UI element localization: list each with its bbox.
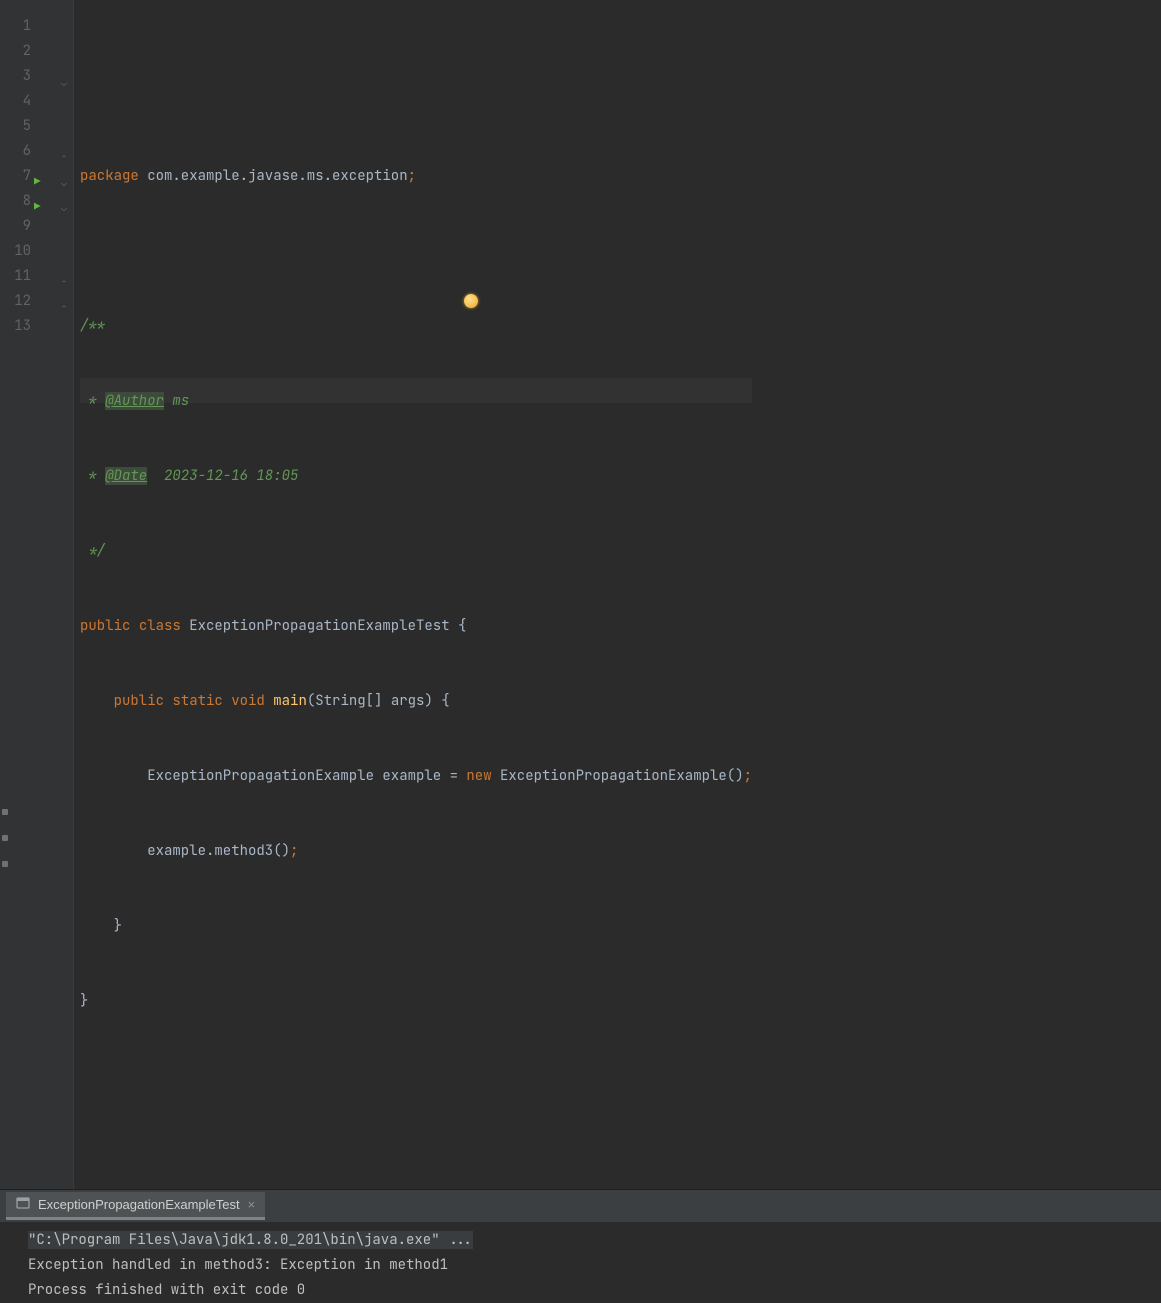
code-line-10: example.method3(); bbox=[80, 839, 752, 864]
line-number[interactable]: 13 bbox=[4, 314, 55, 339]
close-icon[interactable]: × bbox=[248, 1197, 256, 1212]
line-number[interactable]: 1 bbox=[4, 14, 55, 39]
code-line-6: */ bbox=[80, 539, 752, 564]
code-line-12: } bbox=[80, 989, 752, 1014]
code-line-2 bbox=[80, 239, 752, 264]
run-gutter-icon[interactable]: ▶ bbox=[34, 170, 41, 195]
run-console-output[interactable]: "C:\Program Files\Java\jdk1.8.0_201\bin\… bbox=[0, 1222, 1161, 1303]
left-tool-stripe[interactable] bbox=[0, 809, 10, 877]
tool-stripe-dot-icon[interactable] bbox=[2, 809, 8, 815]
code-line-11: } bbox=[80, 914, 752, 939]
run-tabbar: ExceptionPropagationExampleTest × bbox=[0, 1190, 1161, 1222]
line-number-gutter[interactable]: 123456▶7▶8910111213 bbox=[4, 0, 60, 1189]
fold-start-icon[interactable]: ⌄ bbox=[61, 195, 67, 220]
tool-stripe-dot-icon[interactable] bbox=[2, 861, 8, 867]
line-number[interactable]: 2 bbox=[4, 39, 55, 64]
fold-start-icon[interactable]: ⌄ bbox=[61, 70, 67, 95]
code-line-7: public class ExceptionPropagationExample… bbox=[80, 614, 752, 639]
run-config-icon bbox=[16, 1196, 30, 1213]
fold-end-icon[interactable]: ⌃ bbox=[61, 295, 67, 320]
code-line-4: * @Author ms bbox=[80, 389, 752, 414]
line-number[interactable]: 5 bbox=[4, 114, 55, 139]
code-area[interactable]: package com.example.javase.ms.exception;… bbox=[74, 0, 752, 1189]
run-tab-label: ExceptionPropagationExampleTest bbox=[38, 1197, 240, 1212]
console-line: Process finished with exit code 0 bbox=[28, 1278, 1151, 1303]
line-number[interactable]: 7 bbox=[4, 164, 55, 189]
line-number[interactable]: 11 bbox=[4, 264, 55, 289]
code-editor[interactable]: 123456▶7▶8910111213 ⌄⌃⌄⌄⌃⌃ package com.e… bbox=[0, 0, 1161, 1189]
run-tab-exceptionpropagationexampletest[interactable]: ExceptionPropagationExampleTest × bbox=[6, 1192, 265, 1220]
line-number[interactable]: 4 bbox=[4, 89, 55, 114]
line-number[interactable]: 12 bbox=[4, 289, 55, 314]
line-number[interactable]: 3 bbox=[4, 64, 55, 89]
code-line-9: ExceptionPropagationExample example = ne… bbox=[80, 764, 752, 789]
console-line: Exception handled in method3: Exception … bbox=[28, 1253, 1151, 1278]
intention-bulb-icon[interactable] bbox=[464, 294, 478, 308]
code-line-3: /** bbox=[80, 314, 752, 339]
code-line-5: * @Date 2023-12-16 18:05 bbox=[80, 464, 752, 489]
line-number[interactable]: 9 bbox=[4, 214, 55, 239]
console-line: "C:\Program Files\Java\jdk1.8.0_201\bin\… bbox=[28, 1228, 1151, 1253]
fold-end-icon[interactable]: ⌃ bbox=[61, 270, 67, 295]
run-tool-window: ExceptionPropagationExampleTest × "C:\Pr… bbox=[0, 1189, 1161, 1303]
code-line-1: package com.example.javase.ms.exception; bbox=[80, 164, 752, 189]
line-number[interactable]: 10 bbox=[4, 239, 55, 264]
tool-stripe-dot-icon[interactable] bbox=[2, 835, 8, 841]
line-number[interactable]: 6 bbox=[4, 139, 55, 164]
run-gutter-icon[interactable]: ▶ bbox=[34, 195, 41, 220]
code-line-8: public static void main(String[] args) { bbox=[80, 689, 752, 714]
fold-gutter[interactable]: ⌄⌃⌄⌄⌃⌃ bbox=[60, 0, 74, 1189]
fold-start-icon[interactable]: ⌄ bbox=[61, 170, 67, 195]
fold-end-icon[interactable]: ⌃ bbox=[61, 145, 67, 170]
code-line-13 bbox=[80, 1064, 752, 1089]
line-number[interactable]: 8 bbox=[4, 189, 55, 214]
